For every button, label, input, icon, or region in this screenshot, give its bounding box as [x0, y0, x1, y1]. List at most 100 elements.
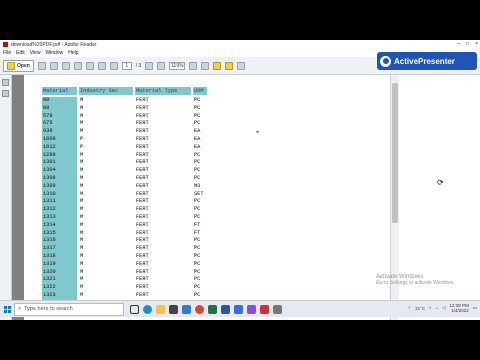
- word-icon[interactable]: [221, 304, 230, 314]
- cell-material: 1311: [42, 198, 79, 207]
- cell-material: 1317: [42, 245, 79, 253]
- activepresenter-logo-icon: [380, 55, 391, 67]
- comment-icon[interactable]: [213, 61, 222, 70]
- menu-window[interactable]: Window: [45, 50, 63, 56]
- maximize-button[interactable]: □: [466, 41, 469, 47]
- taskbar-apps: [130, 304, 282, 314]
- minimize-button[interactable]: –: [457, 41, 460, 47]
- task-view-icon[interactable]: [130, 304, 139, 314]
- cell-industry-sector: M: [78, 245, 135, 253]
- cell-material-type: FERT: [134, 182, 193, 191]
- cell-material-type: FERT: [134, 213, 193, 222]
- cell-uom: PC: [191, 112, 209, 121]
- header-material-type: Material Type: [134, 87, 193, 97]
- cell-industry-sector: M: [78, 167, 135, 175]
- print-icon[interactable]: [73, 61, 82, 70]
- cell-uom: FT: [191, 229, 209, 238]
- zoom-in-icon[interactable]: [157, 61, 166, 70]
- cell-material: 1322: [42, 284, 79, 292]
- cell-material-type: FERT: [134, 260, 193, 269]
- cell-industry-sector: M: [78, 213, 135, 222]
- pdf-page: Material Industry Sec Material Type UOM …: [24, 75, 390, 320]
- adobe-reader-icon[interactable]: [260, 304, 269, 314]
- menu-file[interactable]: File: [3, 50, 11, 56]
- menu-edit[interactable]: Edit: [16, 50, 25, 56]
- table-row: 1289 M FERT PC: [42, 151, 209, 160]
- table-row: 1310 M FERT SET: [42, 190, 209, 199]
- app-icon-purple[interactable]: [247, 304, 256, 314]
- cell-material-type: FERT: [134, 112, 193, 121]
- cell-material-type: FERT: [134, 143, 193, 152]
- start-button[interactable]: [0, 301, 14, 318]
- zoom-out-icon[interactable]: [145, 61, 154, 70]
- chrome-icon[interactable]: [195, 304, 204, 314]
- activate-line-2: Go to Settings to activate Windows.: [376, 280, 455, 286]
- store-icon[interactable]: [169, 304, 178, 314]
- weather-icon[interactable]: ☀: [407, 305, 411, 311]
- materials-table: Material Industry Sec Material Type UOM …: [42, 87, 209, 300]
- system-tray: ☀ 31°C ^ ◔ ◁ 12:38 PM 1/4/2022 ▭: [407, 303, 477, 313]
- page-thumbnails-icon[interactable]: [2, 79, 9, 86]
- cell-material: 1319: [42, 260, 79, 269]
- title-bar: download%20PDF.pdf - Adobe Reader – □ ×: [0, 40, 480, 49]
- cell-material: 1314: [42, 221, 79, 230]
- scrollbar-thumb[interactable]: [392, 83, 398, 223]
- cell-uom: PC: [191, 213, 209, 222]
- cell-industry-sector: M: [78, 237, 135, 246]
- menu-help[interactable]: Help: [68, 50, 78, 56]
- table-row: 1309 M FERT M3: [42, 182, 209, 191]
- attachments-icon[interactable]: [2, 90, 9, 97]
- fit-width-icon[interactable]: [201, 61, 210, 70]
- fit-page-icon[interactable]: [189, 61, 198, 70]
- taskbar-search-input[interactable]: ⌕ Type here to search: [14, 302, 124, 316]
- volume-icon[interactable]: ◁: [442, 305, 445, 311]
- sign-icon[interactable]: [237, 61, 246, 70]
- folder-icon: [7, 61, 15, 70]
- temperature: 31°C: [415, 305, 426, 311]
- highlight-icon[interactable]: [225, 61, 234, 70]
- windows-logo-icon: [3, 305, 11, 313]
- cell-uom: PC: [191, 276, 209, 285]
- mail-icon[interactable]: [182, 304, 191, 314]
- prev-page-icon[interactable]: [97, 61, 106, 70]
- cell-material-type: FERT: [134, 104, 193, 113]
- close-button[interactable]: ×: [475, 41, 478, 47]
- edit-icon[interactable]: [49, 61, 58, 70]
- save-icon[interactable]: [61, 61, 70, 70]
- cell-industry-sector: M: [78, 268, 135, 277]
- edge-icon[interactable]: [143, 304, 152, 314]
- cell-industry-sector: M: [78, 120, 135, 129]
- open-button[interactable]: Open: [3, 59, 34, 72]
- cell-uom: EA: [191, 143, 209, 152]
- cell-uom: PC: [191, 151, 209, 160]
- page-number-input[interactable]: 1: [121, 61, 132, 70]
- excel-icon[interactable]: [208, 304, 217, 314]
- notifications-icon[interactable]: ▭: [473, 305, 477, 311]
- cell-material: 1012: [42, 143, 79, 152]
- cell-industry-sector: M: [78, 182, 135, 191]
- tray-chevron-icon[interactable]: ^: [429, 306, 431, 311]
- table-row: 1315 M FERT FT: [42, 229, 209, 238]
- cell-uom: PC: [191, 284, 209, 292]
- table-row: 1311 M FERT PC: [42, 198, 209, 207]
- header-uom: UOM: [192, 87, 209, 97]
- zoom-level-select[interactable]: 119%: [169, 61, 186, 70]
- app-icon-gray[interactable]: [273, 304, 282, 314]
- app-icon: [3, 42, 8, 47]
- network-icon[interactable]: ◔: [435, 306, 438, 311]
- clock[interactable]: 12:38 PM 1/4/2022: [449, 303, 468, 313]
- table-row: 89 M FERT PC: [42, 104, 209, 113]
- cell-uom: EA: [191, 128, 209, 136]
- email-icon[interactable]: [85, 61, 94, 70]
- cell-material: 89: [42, 104, 79, 113]
- file-explorer-icon[interactable]: [156, 304, 165, 314]
- cell-material-type: FERT: [134, 221, 193, 230]
- app-icon-blue[interactable]: [234, 304, 243, 314]
- next-page-icon[interactable]: [109, 61, 118, 70]
- menu-view[interactable]: View: [30, 50, 41, 56]
- cell-industry-sector: M: [78, 276, 135, 285]
- cell-material: 88: [42, 96, 79, 105]
- table-row: 1314 M FERT FT: [42, 221, 209, 230]
- cell-material-type: FERT: [134, 120, 193, 129]
- create-pdf-icon[interactable]: [37, 61, 46, 70]
